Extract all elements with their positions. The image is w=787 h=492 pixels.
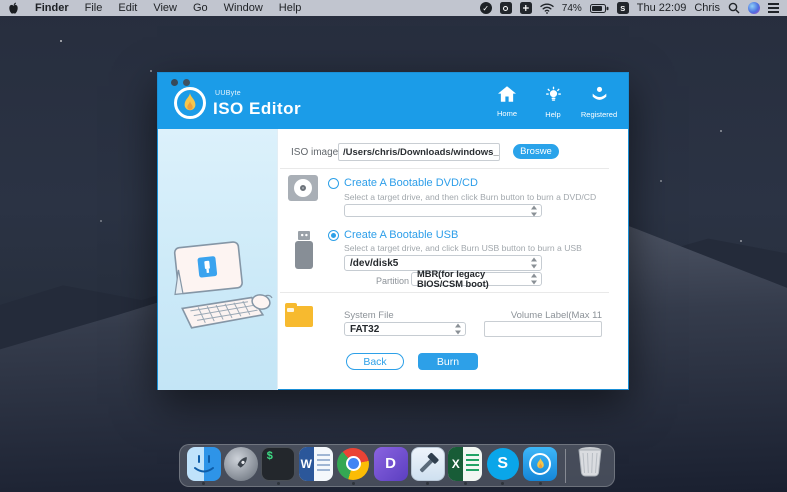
- apple-menu-icon[interactable]: [8, 2, 19, 15]
- app-logo-flame-icon: [174, 87, 206, 119]
- stepper-icon: [531, 205, 538, 216]
- disc-glyph: [294, 179, 312, 197]
- terminal-icon: $: [261, 447, 295, 481]
- home-label: Home: [497, 109, 517, 118]
- menu-item-view[interactable]: View: [153, 2, 177, 14]
- divider-bottom: [280, 292, 609, 293]
- excel-icon: X: [448, 447, 482, 481]
- dock-item-word[interactable]: W: [298, 447, 333, 485]
- launchpad-icon: [224, 447, 258, 481]
- back-button[interactable]: Back: [346, 353, 404, 370]
- dock-item-skype[interactable]: S: [485, 447, 520, 485]
- laptop-usb-illustration: [161, 232, 273, 352]
- screen-record-status-icon[interactable]: [500, 2, 512, 14]
- window-sidebar: [158, 129, 278, 390]
- dock-item-finder[interactable]: [186, 447, 221, 485]
- dock: $ W D X S: [179, 444, 615, 487]
- search-icon[interactable]: [728, 2, 740, 14]
- chrome-icon: [337, 448, 369, 480]
- trash-icon: [575, 445, 605, 482]
- record-dot: [503, 6, 508, 11]
- volume-label-input[interactable]: [484, 321, 602, 337]
- home-icon: [498, 86, 516, 107]
- dvd-drive-icon: [288, 175, 318, 201]
- iso-editor-window: UUByte ISO Editor Home Help Registered: [157, 72, 629, 390]
- header-nav: Home Help Registered: [484, 86, 622, 119]
- word-icon: W: [299, 447, 333, 481]
- window-minimize-button[interactable]: [183, 79, 190, 86]
- help-button[interactable]: Help: [530, 86, 576, 119]
- home-button[interactable]: Home: [484, 86, 530, 119]
- burn-button[interactable]: Burn: [418, 353, 478, 370]
- battery-percent-label: 74%: [562, 3, 582, 14]
- dock-item-xcode[interactable]: [410, 447, 445, 485]
- wallpaper-stars: [60, 40, 62, 42]
- stepper-icon: [531, 274, 538, 285]
- dock-item-launchpad[interactable]: [223, 447, 258, 485]
- browse-button[interactable]: Broswe: [513, 144, 559, 159]
- finder-icon: [187, 447, 221, 481]
- window-header: UUByte ISO Editor Home Help Registered: [158, 73, 628, 129]
- brand-label: UUByte: [215, 90, 241, 97]
- usb-radio[interactable]: [328, 230, 339, 241]
- iso-image-input[interactable]: /Users/chris/Downloads/windows_10_x64.is…: [338, 143, 500, 161]
- dock-item-iso-editor[interactable]: [522, 447, 557, 485]
- folder-icon: [285, 306, 313, 327]
- menu-user[interactable]: Chris: [694, 2, 720, 14]
- divider-top: [280, 168, 609, 169]
- dvd-radio[interactable]: [328, 178, 339, 189]
- dock-item-d-app[interactable]: D: [373, 447, 408, 485]
- menu-clock[interactable]: Thu 22:09: [637, 2, 687, 14]
- stepper-icon: [455, 324, 462, 335]
- stepper-icon: [531, 258, 538, 269]
- system-file-label: System File: [344, 310, 394, 321]
- partition-style-value: MBR(for legacy BIOS/CSM boot): [417, 269, 525, 289]
- app-title: ISO Editor: [213, 99, 301, 119]
- menu-item-help[interactable]: Help: [279, 2, 302, 14]
- menu-item-file[interactable]: File: [85, 2, 103, 14]
- window-close-button[interactable]: [171, 79, 178, 86]
- siri-icon[interactable]: [748, 2, 760, 14]
- d-app-icon: D: [374, 447, 408, 481]
- dock-item-excel[interactable]: X: [448, 447, 483, 485]
- menu-bar: Finder File Edit View Go Window Help ✓ 7…: [0, 0, 787, 16]
- dock-item-terminal[interactable]: $: [261, 447, 296, 485]
- dvd-section-title[interactable]: Create A Bootable DVD/CD: [344, 177, 478, 189]
- menu-item-finder[interactable]: Finder: [35, 2, 69, 14]
- registered-button[interactable]: Registered: [576, 86, 622, 119]
- dock-item-chrome[interactable]: [336, 447, 371, 485]
- skype-icon: S: [487, 448, 519, 480]
- usb-drive-value: /dev/disk5: [350, 258, 398, 269]
- usb-section-title[interactable]: Create A Bootable USB: [344, 229, 458, 241]
- skype-status-icon[interactable]: S: [617, 2, 629, 14]
- xcode-icon: [411, 447, 445, 481]
- menu-item-go[interactable]: Go: [193, 2, 208, 14]
- help-label: Help: [545, 110, 560, 119]
- dock-separator: [565, 449, 566, 483]
- dvd-drive-select[interactable]: [344, 204, 542, 217]
- system-file-select[interactable]: FAT32: [344, 322, 466, 336]
- dvd-section-desc: Select a target drive, and then click Bu…: [344, 192, 596, 202]
- registered-user-icon: [591, 86, 608, 108]
- notification-center-icon[interactable]: [768, 3, 779, 5]
- menu-item-window[interactable]: Window: [224, 2, 263, 14]
- battery-icon[interactable]: [590, 4, 609, 13]
- grid-status-icon[interactable]: [520, 2, 532, 14]
- registered-label: Registered: [581, 110, 617, 119]
- wifi-icon[interactable]: [540, 3, 554, 14]
- dock-item-trash[interactable]: [573, 447, 608, 485]
- grid-glyph: [523, 5, 529, 11]
- system-file-value: FAT32: [350, 324, 379, 335]
- help-bulb-icon: [545, 86, 562, 108]
- usb-stick-icon: [295, 231, 313, 269]
- check-circle-status-icon[interactable]: ✓: [480, 2, 492, 14]
- partition-style-select[interactable]: MBR(for legacy BIOS/CSM boot): [411, 272, 542, 286]
- usb-section-desc: Select a target drive, and click Burn US…: [344, 243, 582, 253]
- menu-item-edit[interactable]: Edit: [118, 2, 137, 14]
- iso-image-label: ISO image:: [291, 147, 341, 158]
- iso-editor-dock-icon: [523, 447, 557, 481]
